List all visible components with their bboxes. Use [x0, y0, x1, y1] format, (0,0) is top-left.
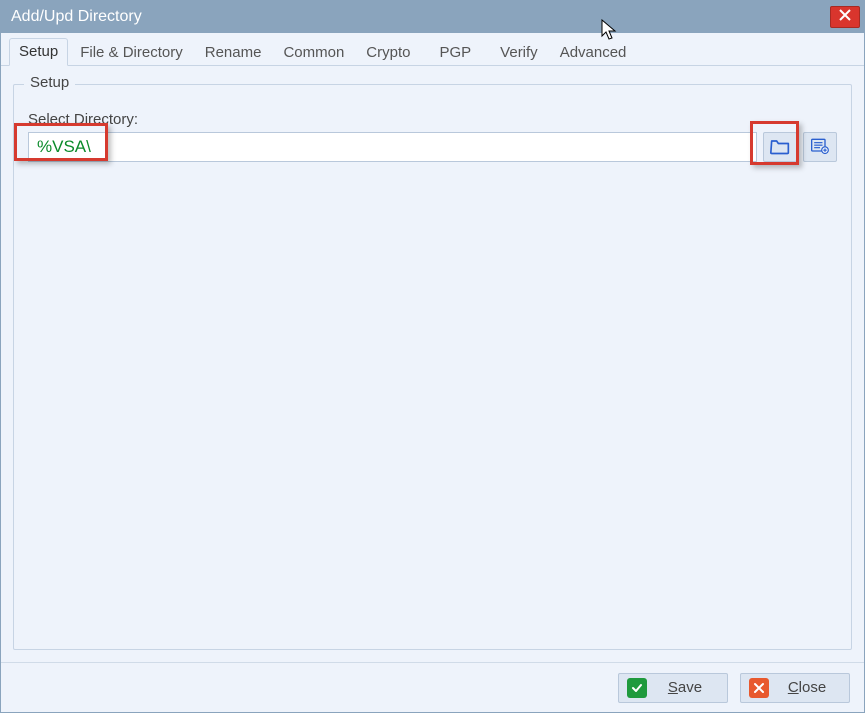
- tab-rename[interactable]: Rename: [195, 39, 272, 66]
- list-add-icon: [810, 137, 830, 158]
- save-label: Save: [657, 679, 713, 696]
- tab-crypto[interactable]: Crypto: [356, 39, 420, 66]
- tab-advanced[interactable]: Advanced: [550, 39, 637, 66]
- save-button[interactable]: Save: [618, 673, 728, 703]
- tab-file-directory[interactable]: File & Directory: [70, 39, 193, 66]
- dialog-window: Add/Upd Directory Setup File & Directory…: [0, 0, 865, 713]
- titlebar: Add/Upd Directory: [1, 1, 864, 33]
- check-icon: [627, 678, 647, 698]
- directory-row: [28, 132, 837, 162]
- close-button[interactable]: Close: [740, 673, 850, 703]
- groupbox-title: Setup: [24, 74, 75, 91]
- options-button[interactable]: [803, 132, 837, 162]
- close-label: Close: [779, 679, 835, 696]
- tab-bar: Setup File & Directory Rename Common Cry…: [1, 33, 864, 66]
- tab-setup[interactable]: Setup: [9, 38, 68, 66]
- tab-pgp[interactable]: PGP: [422, 39, 488, 66]
- setup-groupbox: Setup Select Directory:: [13, 84, 852, 650]
- footer: Save Close: [1, 662, 864, 712]
- window-close-button[interactable]: [830, 6, 860, 28]
- tab-common[interactable]: Common: [273, 39, 354, 66]
- tab-verify[interactable]: Verify: [490, 39, 548, 66]
- browse-button[interactable]: [763, 132, 797, 162]
- content-area: Setup Select Directory:: [1, 66, 864, 662]
- directory-input[interactable]: [28, 132, 757, 162]
- directory-label: Select Directory:: [28, 111, 837, 128]
- folder-icon: [770, 137, 790, 158]
- close-icon: [839, 8, 851, 26]
- x-icon: [749, 678, 769, 698]
- window-title: Add/Upd Directory: [11, 8, 830, 26]
